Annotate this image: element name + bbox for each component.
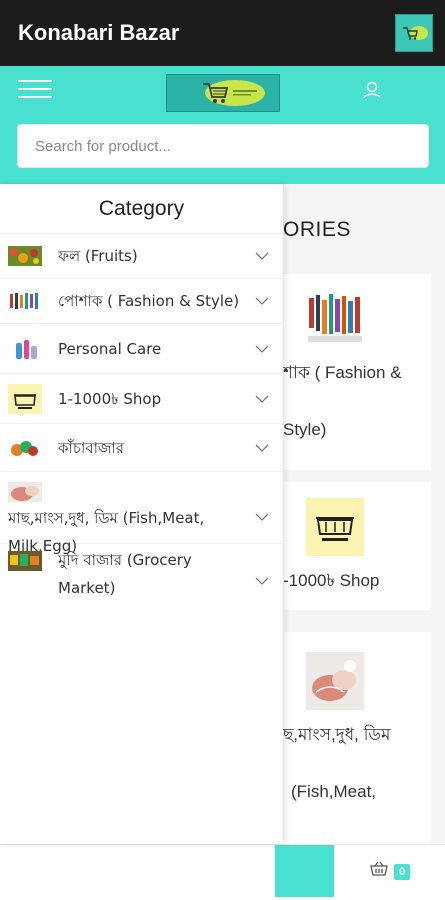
drawer-item-grocery[interactable]: মুদি বাজার (Grocery Market): [0, 544, 283, 598]
store-logo[interactable]: [166, 74, 280, 112]
menu-icon[interactable]: [18, 80, 52, 102]
fish-meat-icon: [8, 480, 42, 504]
bottom-teal-block: [275, 845, 334, 897]
drawer-item-fish-meat[interactable]: মাছ,মাংস,দুধ, ডিম (Fish,Meat, Milk,Egg): [0, 472, 283, 555]
drawer-title: Category: [0, 184, 283, 234]
drawer-item-fruits[interactable]: ফল (Fruits): [0, 234, 283, 279]
header: [0, 66, 445, 184]
chevron-down-icon[interactable]: [255, 510, 269, 524]
user-icon[interactable]: [361, 79, 383, 101]
chevron-down-icon[interactable]: [255, 249, 269, 263]
drawer-item-label: মাছ,মাংস,দুধ, ডিম (Fish,Meat,: [8, 509, 205, 527]
drawer-item-label: কাঁচাবাজার: [58, 438, 125, 457]
category-card-label: ছ,মাংস,দুধ, ডিম: [283, 725, 391, 744]
cart-count-badge: 0: [394, 863, 411, 880]
drawer-item-label: ফল (Fruits): [58, 247, 138, 265]
drawer-item-fashion[interactable]: পোশাক ( Fashion & Style): [0, 279, 283, 324]
chevron-down-icon[interactable]: [255, 392, 269, 406]
drawer-item-label: 1-1000৳ Shop: [58, 389, 162, 408]
vegetables-icon: [8, 436, 42, 460]
shop-thumbnail: [306, 498, 364, 556]
drawer-item-vegetables[interactable]: কাঁচাবাজার: [0, 424, 283, 472]
app-title: Konabari Bazar: [18, 20, 180, 45]
chevron-down-icon[interactable]: [255, 342, 269, 356]
chevron-down-icon[interactable]: [255, 574, 269, 588]
drawer-item-label: Personal Care: [58, 339, 162, 358]
cart-button[interactable]: 0: [370, 861, 411, 882]
drawer-item-label: মুদি বাজার (Grocery Market): [58, 551, 192, 597]
chevron-down-icon[interactable]: [255, 294, 269, 308]
chevron-down-icon[interactable]: [255, 441, 269, 455]
fish-meat-thumbnail: [306, 652, 364, 710]
category-card-label: -1000৳ Shop: [283, 571, 380, 590]
categories-heading: ORIES: [283, 218, 351, 241]
drawer-item-personal-care[interactable]: Personal Care: [0, 324, 283, 374]
personal-care-icon: [8, 336, 42, 361]
drawer-item-shop[interactable]: 1-1000৳ Shop: [0, 374, 283, 424]
shop-icon: [8, 383, 42, 414]
category-card-shop[interactable]: -1000৳ Shop: [271, 482, 431, 610]
fashion-thumbnail: [306, 290, 364, 348]
app-logo-icon: [395, 14, 433, 52]
category-card-label: (Fish,Meat,: [291, 782, 377, 801]
cart-icon: [370, 861, 388, 882]
drawer-item-label: পোশাক ( Fashion & Style): [58, 292, 240, 310]
fruits-icon: [8, 244, 42, 268]
grocery-icon: [8, 549, 42, 573]
search-bar: [17, 124, 429, 168]
category-card-label: Style): [283, 420, 327, 439]
fashion-icon: [8, 289, 42, 313]
category-card-label: শাক ( Fashion &: [283, 363, 402, 382]
category-card-fashion[interactable]: শাক ( Fashion & Style): [271, 274, 431, 470]
bottom-bar: 0: [0, 844, 445, 900]
category-drawer: Category ফল (Fruits) পোশাক ( Fashion & S…: [0, 184, 283, 844]
category-card-fish-meat[interactable]: ছ,মাংস,দুধ, ডিম (Fish,Meat,: [271, 632, 431, 848]
app-title-bar: Konabari Bazar: [0, 0, 445, 66]
search-input[interactable]: [35, 137, 411, 155]
